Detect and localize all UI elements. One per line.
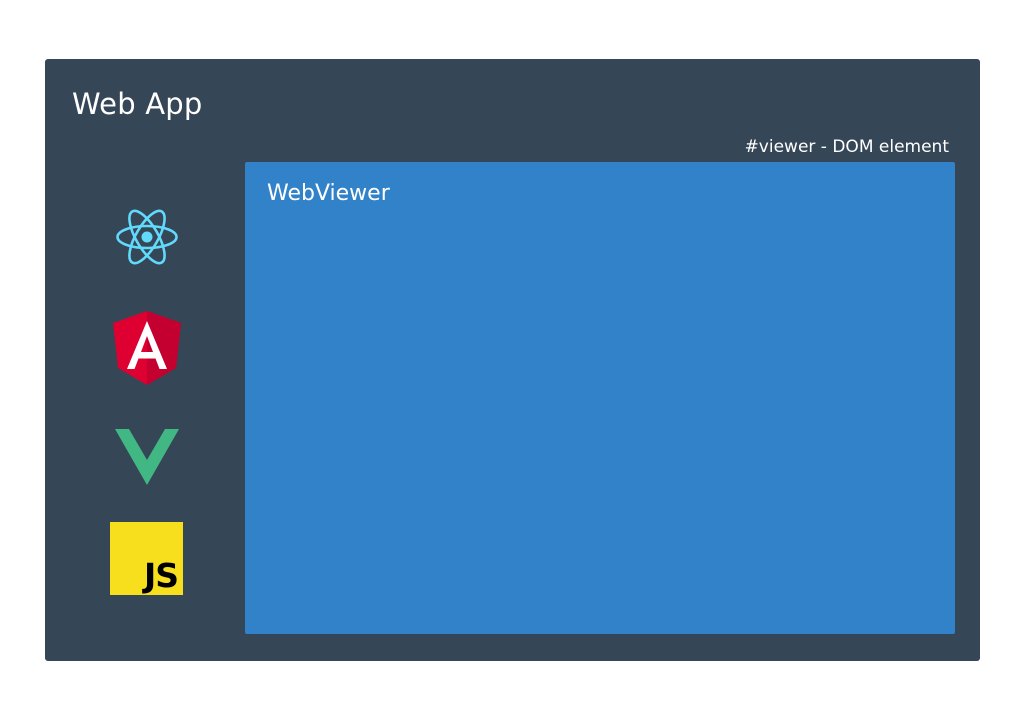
- javascript-icon-label: JS: [143, 556, 179, 595]
- react-icon: [116, 208, 178, 266]
- web-app-container: Web App #viewer - DOM element JS WebView…: [45, 59, 980, 661]
- angular-icon: [113, 311, 181, 385]
- webviewer-title: WebViewer: [267, 181, 390, 206]
- webviewer-panel[interactable]: WebViewer: [245, 162, 955, 634]
- javascript-icon: JS: [110, 522, 183, 595]
- viewer-caption: #viewer - DOM element: [744, 137, 949, 157]
- vue-icon: [115, 429, 179, 485]
- app-title: Web App: [72, 87, 203, 121]
